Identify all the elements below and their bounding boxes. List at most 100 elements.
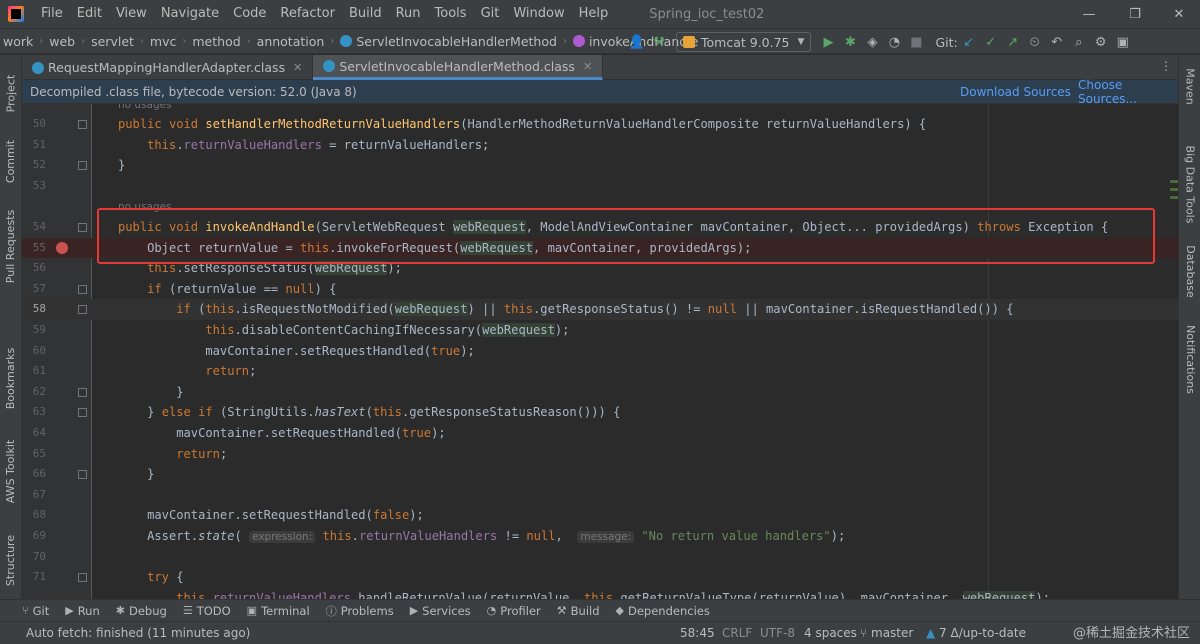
git-push-icon[interactable]: ↗ xyxy=(1002,31,1024,53)
fold-icon[interactable] xyxy=(78,573,87,583)
profiler-icon: ◔ xyxy=(486,604,497,617)
run-icon[interactable]: ▶ xyxy=(817,31,839,53)
tool-window-notifications[interactable]: Notifications xyxy=(1179,319,1200,399)
tool-profiler[interactable]: ◔ Profiler xyxy=(487,604,541,618)
menu-navigate[interactable]: Navigate xyxy=(154,0,226,28)
breadcrumb-servlet[interactable]: servlet xyxy=(88,34,137,49)
menu-build[interactable]: Build xyxy=(342,0,389,28)
stop-icon[interactable]: ■ xyxy=(905,31,927,53)
minimize-icon[interactable]: — xyxy=(1066,0,1112,28)
tool-window-aws-toolkit[interactable]: AWS Toolkit xyxy=(0,431,22,511)
code-text: this.disableContentCachingIfNecessary(we… xyxy=(205,323,570,337)
menu-help[interactable]: Help xyxy=(572,0,616,28)
git-update-icon[interactable]: ↙ xyxy=(958,31,980,53)
tool-dependencies[interactable]: ◆ Dependencies xyxy=(616,604,710,618)
line-number: 66 xyxy=(32,467,46,481)
history-icon[interactable]: ⏲ xyxy=(1024,31,1046,53)
highlight-box xyxy=(97,208,1155,264)
breadcrumb-mvc[interactable]: mvc xyxy=(147,34,179,49)
menu-view[interactable]: View xyxy=(109,0,154,28)
indent-setting[interactable]: 4 spaces xyxy=(804,622,857,644)
breadcrumb-web[interactable]: web xyxy=(46,34,78,49)
fold-icon[interactable] xyxy=(78,284,87,294)
tool-window-big-data-tools[interactable]: Big Data Tools xyxy=(1179,139,1200,229)
fold-icon[interactable] xyxy=(78,223,87,232)
fold-icon[interactable] xyxy=(78,470,87,480)
tool-git[interactable]: ⑂ Git xyxy=(22,604,49,618)
maximize-icon[interactable]: ❐ xyxy=(1112,0,1158,28)
menu-window[interactable]: Window xyxy=(506,0,571,28)
close-icon[interactable]: ✕ xyxy=(293,61,302,74)
menu-file[interactable]: File xyxy=(34,0,70,28)
tool-window-pull-requests[interactable]: Pull Requests xyxy=(0,201,22,291)
breadcrumb-class[interactable]: ServletInvocableHandlerMethod xyxy=(337,34,560,49)
tool-todo[interactable]: ☰ TODO xyxy=(183,604,231,618)
file-encoding[interactable]: UTF-8 xyxy=(760,622,795,644)
caret-position[interactable]: 58:45 xyxy=(680,622,715,644)
tool-run[interactable]: ▶ Run xyxy=(65,604,100,618)
tool-window-structure[interactable]: Structure xyxy=(0,525,22,595)
line-number: 52 xyxy=(32,158,46,172)
line-number: 63 xyxy=(32,405,46,419)
profile-icon[interactable]: ◔ xyxy=(883,31,905,53)
fold-icon[interactable] xyxy=(78,387,87,397)
close-icon[interactable]: ✕ xyxy=(1156,0,1200,28)
tool-terminal[interactable]: ▣ Terminal xyxy=(247,604,310,618)
menu-git[interactable]: Git xyxy=(474,0,507,28)
tool-window-commit[interactable]: Commit xyxy=(0,131,22,191)
breadcrumb-method[interactable]: method xyxy=(189,34,243,49)
tool-problems[interactable]: ⓘ Problems xyxy=(326,603,394,619)
tab-request-mapping-handler-adapter[interactable]: RequestMappingHandlerAdapter.class ✕ xyxy=(22,55,314,80)
breadcrumb-annotation[interactable]: annotation xyxy=(254,34,328,49)
line-separator[interactable]: CRLF xyxy=(722,622,752,644)
search-icon[interactable]: ⌕ xyxy=(1068,31,1090,53)
inlay-hint-message: message: xyxy=(577,531,635,543)
fold-icon[interactable] xyxy=(78,305,87,315)
code-line-69: 69 Assert.state( expression: this.return… xyxy=(22,526,1178,547)
git-commit-icon[interactable]: ✓ xyxy=(980,31,1002,53)
rollback-icon[interactable]: ↶ xyxy=(1046,31,1068,53)
scroll-marker xyxy=(1170,180,1178,183)
user-icon[interactable]: 👤 xyxy=(626,31,648,53)
choose-sources-link[interactable]: Choose Sources... xyxy=(1078,78,1178,106)
settings-gear-icon[interactable]: ⚙ xyxy=(1090,31,1112,53)
tool-window-maven[interactable]: Maven xyxy=(1179,61,1200,111)
menu-refactor[interactable]: Refactor xyxy=(273,0,342,28)
debug-icon[interactable]: ✱ xyxy=(839,31,861,53)
chevron-right-icon: › xyxy=(182,35,187,47)
fold-icon[interactable] xyxy=(78,161,87,171)
no-usages-hint[interactable]: no usages xyxy=(118,104,172,112)
code-text: if (returnValue == null) { xyxy=(147,281,337,296)
menu-tools[interactable]: Tools xyxy=(428,0,474,28)
download-sources-link[interactable]: Download Sources xyxy=(960,85,1071,99)
code-line-66: 66 } xyxy=(22,464,1178,485)
hammer-icon[interactable]: ⚒ xyxy=(648,31,670,53)
coverage-icon[interactable]: ◈ xyxy=(861,31,883,53)
code-line-50: 50 public void setHandlerMethodReturnVal… xyxy=(22,114,1178,135)
editor-scrollbar[interactable] xyxy=(1170,104,1178,599)
breakpoint-icon[interactable] xyxy=(56,241,68,254)
tool-debug[interactable]: ✱ Debug xyxy=(116,604,167,618)
tool-label: Run xyxy=(77,603,100,618)
fold-icon[interactable] xyxy=(78,408,87,418)
menu-edit[interactable]: Edit xyxy=(70,0,109,28)
tool-build[interactable]: ⚒ Build xyxy=(557,604,600,618)
tool-window-bookmarks[interactable]: Bookmarks xyxy=(0,343,22,413)
close-icon[interactable]: ✕ xyxy=(583,60,592,73)
tool-window-database[interactable]: Database xyxy=(1179,239,1200,303)
breadcrumb-class-label: ServletInvocableHandlerMethod xyxy=(356,33,557,49)
tool-services[interactable]: ▶ Services xyxy=(410,604,471,618)
breadcrumb-work[interactable]: work xyxy=(0,34,36,49)
git-branch[interactable]: ⑂ master xyxy=(860,622,913,644)
menu-run[interactable]: Run xyxy=(389,0,428,28)
more-tabs-icon[interactable]: ⋮ xyxy=(1160,59,1172,73)
run-configuration-select[interactable]: Tomcat 9.0.75 ▼ xyxy=(676,32,812,52)
jetbrains-toolbox-icon[interactable]: ▣ xyxy=(1112,31,1134,53)
tool-window-project[interactable]: Project xyxy=(0,63,22,123)
tab-servlet-invocable-handler-method[interactable]: ServletInvocableHandlerMethod.class ✕ xyxy=(313,55,604,80)
menu-code[interactable]: Code xyxy=(226,0,273,28)
code-editor[interactable]: no usages 50 public void setHandlerMetho… xyxy=(22,104,1178,599)
git-status[interactable]: ▲ 7 Δ/up-to-date xyxy=(926,622,1026,644)
fold-icon[interactable] xyxy=(78,120,87,129)
status-message[interactable]: Auto fetch: finished (11 minutes ago) xyxy=(26,622,250,644)
